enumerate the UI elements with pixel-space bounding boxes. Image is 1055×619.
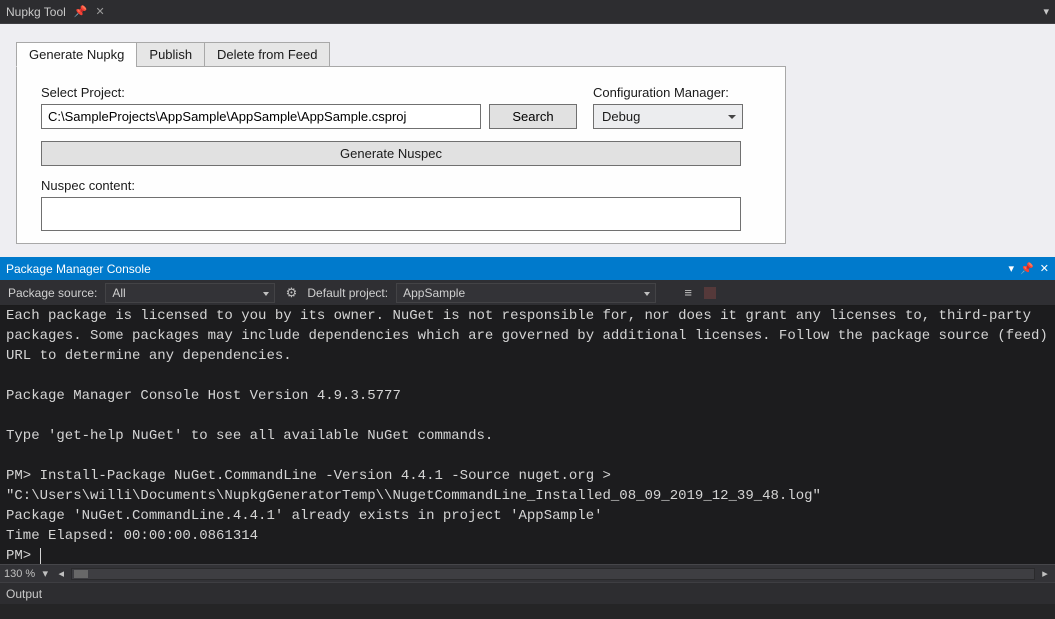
- pmc-toolbar: Package source: All ⚙ Default project: A…: [0, 280, 1055, 306]
- config-manager-label: Configuration Manager:: [593, 85, 743, 100]
- nuspec-content-label: Nuspec content:: [41, 178, 761, 193]
- pmc-console[interactable]: Each package is licensed to you by its o…: [0, 306, 1055, 564]
- generate-nupkg-form: Select Project: Search Configuration Man…: [16, 66, 786, 244]
- pmc-title-bar: Package Manager Console ▾ 📌 ✕: [0, 257, 1055, 280]
- output-title-text: Output: [6, 587, 42, 601]
- project-path-field[interactable]: [41, 104, 481, 129]
- config-manager-select[interactable]: Debug: [593, 104, 743, 129]
- output-window-title-bar[interactable]: Output: [0, 582, 1055, 604]
- generate-nuspec-label: Generate Nuspec: [340, 146, 442, 161]
- pmc-console-text: Each package is licensed to you by its o…: [6, 308, 1055, 564]
- pmc-title-text: Package Manager Console: [6, 262, 151, 276]
- zoom-dropdown-icon[interactable]: ▾: [39, 567, 51, 580]
- scrollbar-thumb[interactable]: [74, 570, 88, 578]
- nupkg-tool-panel: Generate Nupkg Publish Delete from Feed …: [0, 24, 1055, 257]
- search-button[interactable]: Search: [489, 104, 577, 129]
- stop-icon[interactable]: [704, 287, 716, 299]
- package-source-select[interactable]: All: [105, 283, 275, 303]
- scroll-right-icon[interactable]: ▸: [1039, 567, 1051, 580]
- tool-window-close-icon[interactable]: ✕: [96, 5, 105, 18]
- output-window-body: [0, 604, 1055, 619]
- tab-publish[interactable]: Publish: [136, 42, 205, 67]
- generate-nuspec-button[interactable]: Generate Nuspec: [41, 141, 741, 166]
- pmc-close-icon[interactable]: ✕: [1040, 262, 1049, 275]
- gear-icon[interactable]: ⚙: [283, 285, 299, 301]
- config-manager-value: Debug: [602, 109, 640, 124]
- scroll-left-icon[interactable]: ◂: [55, 567, 67, 580]
- select-project-label: Select Project:: [41, 85, 481, 100]
- tab-generate-nupkg[interactable]: Generate Nupkg: [16, 42, 137, 67]
- caret-icon: [40, 548, 41, 564]
- default-project-value: AppSample: [403, 286, 465, 300]
- package-source-value: All: [112, 286, 125, 300]
- tool-window-options-dropdown[interactable]: ▾: [1043, 5, 1049, 18]
- horizontal-scrollbar[interactable]: [71, 568, 1035, 580]
- default-project-label: Default project:: [307, 286, 388, 300]
- nupkg-tabstrip: Generate Nupkg Publish Delete from Feed: [16, 42, 1039, 67]
- tool-window-title: Nupkg Tool: [6, 5, 66, 19]
- package-source-label: Package source:: [8, 286, 97, 300]
- zoom-value: 130 %: [4, 568, 35, 580]
- nuspec-content-field[interactable]: [41, 197, 741, 231]
- pmc-pin-icon[interactable]: 📌: [1020, 262, 1034, 275]
- clear-console-icon[interactable]: ≡: [680, 285, 696, 301]
- default-project-select[interactable]: AppSample: [396, 283, 656, 303]
- tab-label: Delete from Feed: [217, 47, 317, 62]
- pmc-window-position-icon[interactable]: ▾: [1009, 262, 1015, 275]
- tab-label: Publish: [149, 47, 192, 62]
- tool-window-pin-icon[interactable]: 📌: [74, 5, 88, 18]
- search-button-label: Search: [512, 109, 553, 124]
- tool-window-title-bar: Nupkg Tool 📌 ✕ ▾: [0, 0, 1055, 24]
- pmc-zoom-bar: 130 % ▾ ◂ ▸: [0, 564, 1055, 582]
- tab-label: Generate Nupkg: [29, 47, 124, 62]
- tab-delete-from-feed[interactable]: Delete from Feed: [204, 42, 330, 67]
